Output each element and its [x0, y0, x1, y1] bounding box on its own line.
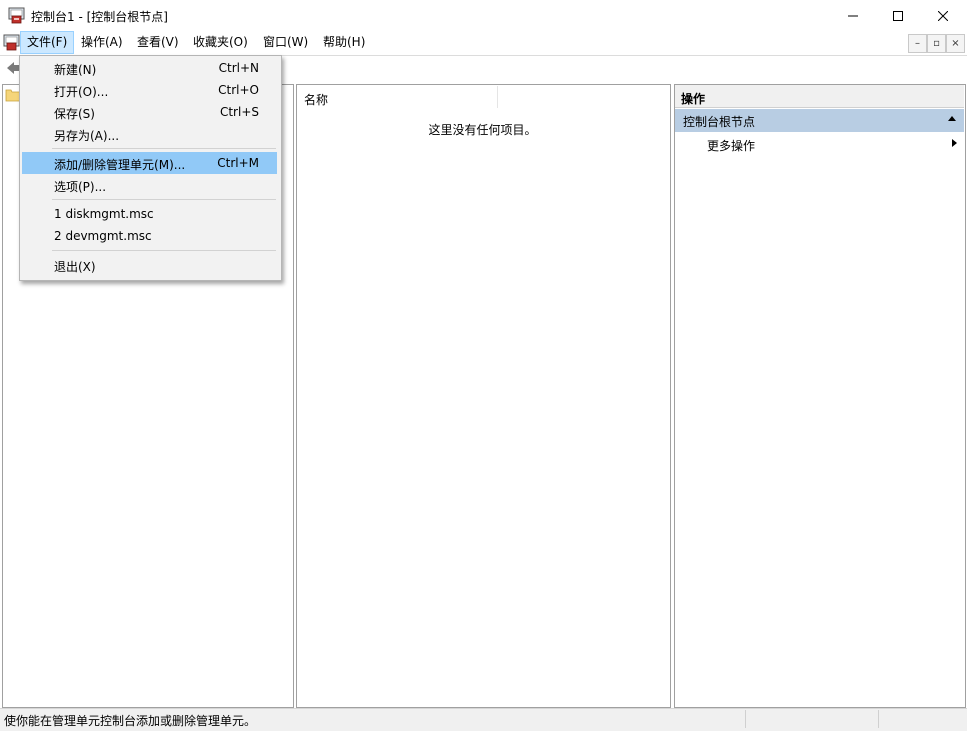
status-divider — [878, 710, 879, 728]
menu-window[interactable]: 窗口(W) — [257, 31, 314, 54]
menu-separator — [52, 250, 276, 251]
menu-file[interactable]: 文件(F) — [20, 31, 75, 54]
menu-item-label: 新建(N) — [54, 63, 97, 77]
column-header — [297, 85, 670, 109]
status-divider — [745, 710, 746, 728]
more-actions-item[interactable]: 更多操作 — [707, 137, 755, 154]
menu-item-label: 选项(P)... — [54, 180, 107, 194]
actions-pane — [674, 84, 966, 708]
menu-item-label: 添加/删除管理单元(M)... — [54, 158, 186, 172]
column-separator[interactable] — [497, 86, 498, 108]
menu-help[interactable]: 帮助(H) — [317, 31, 371, 54]
menu-item-options[interactable]: 选项(P)... — [22, 174, 277, 196]
menu-item-label: 打开(O)... — [54, 85, 109, 99]
menu-item-label: 保存(S) — [54, 107, 95, 121]
menu-view[interactable]: 查看(V) — [131, 31, 185, 54]
mdi-close-button[interactable]: × — [946, 34, 965, 53]
menu-separator — [52, 199, 276, 200]
menu-item-recent-1[interactable]: 1 diskmgmt.msc — [22, 203, 277, 225]
menu-item-label: 1 diskmgmt.msc — [54, 207, 154, 221]
submenu-arrow-icon — [952, 139, 957, 147]
menu-item-label: 2 devmgmt.msc — [54, 229, 152, 243]
menu-item-shortcut: Ctrl+S — [219, 105, 259, 119]
menu-item-label: 另存为(A)... — [54, 129, 120, 143]
menu-item-open[interactable]: 打开(O)... Ctrl+O — [22, 79, 277, 101]
actions-header — [675, 85, 964, 108]
window-title: 控制台1 - [控制台根节点] — [31, 10, 168, 24]
maximize-button[interactable] — [875, 0, 921, 31]
result-pane[interactable] — [296, 84, 671, 708]
mdi-restore-button[interactable]: ▫ — [927, 34, 946, 53]
empty-list-message: 这里没有任何项目。 — [428, 123, 537, 137]
menu-item-shortcut: Ctrl+M — [217, 156, 259, 170]
status-text: 使你能在管理单元控制台添加或删除管理单元。 — [4, 714, 257, 728]
menu-item-recent-2[interactable]: 2 devmgmt.msc — [22, 225, 277, 247]
menu-item-shortcut: Ctrl+N — [218, 61, 259, 75]
menu-item-shortcut: Ctrl+O — [218, 83, 259, 97]
menu-action[interactable]: 操作(A) — [75, 31, 129, 54]
menu-item-save[interactable]: 保存(S) Ctrl+S — [22, 101, 277, 123]
menu-item-label: 退出(X) — [54, 260, 96, 274]
console-menu-icon[interactable] — [3, 34, 20, 51]
minimize-button[interactable] — [830, 0, 876, 31]
menu-separator — [52, 148, 276, 149]
mmc-app-icon[interactable] — [8, 7, 25, 24]
close-button[interactable] — [920, 0, 966, 31]
actions-section-label: 控制台根节点 — [683, 115, 756, 129]
collapse-up-icon[interactable] — [948, 116, 956, 121]
menu-item-new[interactable]: 新建(N) Ctrl+N — [22, 57, 277, 79]
mdi-minimize-button[interactable]: – — [908, 34, 927, 53]
column-header-name[interactable]: 名称 — [304, 91, 328, 108]
menu-item-exit[interactable]: 退出(X) — [22, 254, 277, 276]
actions-title: 操作 — [681, 92, 706, 106]
menu-item-add-remove-snapin[interactable]: 添加/删除管理单元(M)... Ctrl+M — [22, 152, 277, 174]
menu-item-save-as[interactable]: 另存为(A)... — [22, 123, 277, 145]
menu-favorites[interactable]: 收藏夹(O) — [187, 31, 254, 54]
